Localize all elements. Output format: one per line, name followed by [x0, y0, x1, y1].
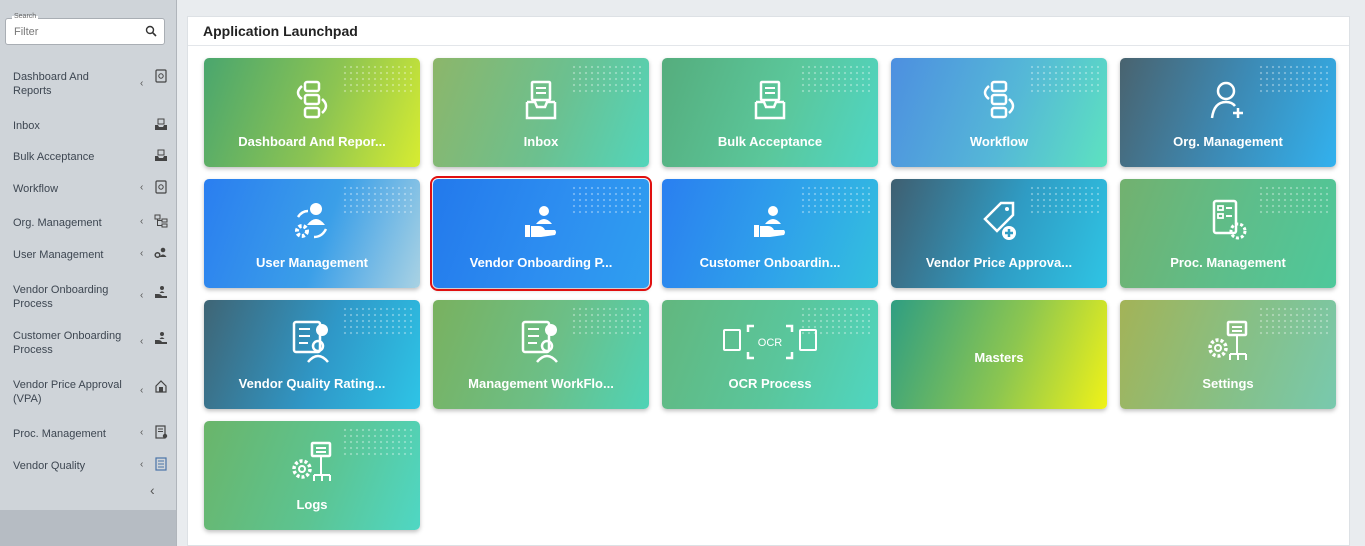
divider — [188, 45, 1349, 46]
document-gear-icon — [1212, 199, 1247, 240]
gear-flow-icon — [292, 441, 332, 481]
tile-vendor-quality-rating[interactable]: Vendor Quality Rating... — [204, 300, 420, 409]
tile-settings[interactable]: Settings — [1120, 300, 1336, 409]
chevron-left-icon[interactable]: ‹ — [140, 427, 143, 438]
chevron-left-icon[interactable]: ‹ — [140, 216, 143, 227]
sidebar-item-label: Workflow — [13, 183, 59, 195]
tile-label: Vendor Onboarding P... — [469, 255, 613, 270]
tile-label: Customer Onboardin... — [699, 255, 841, 270]
tile-label: Logs — [296, 497, 328, 512]
user-add-icon — [1210, 81, 1243, 119]
tile-org-management[interactable]: Org. Management — [1120, 58, 1336, 167]
dashboard-report-icon — [155, 69, 167, 83]
document-gear-icon — [155, 425, 168, 439]
sidebar-item-label: Customer Onboarding Process — [13, 330, 122, 356]
tile-label: Bulk Acceptance — [717, 134, 823, 149]
tile-vendor-onboarding-process[interactable]: Vendor Onboarding P... — [430, 176, 652, 291]
users-gear-icon — [154, 247, 167, 259]
tile-workflow[interactable]: Workflow — [891, 58, 1107, 167]
sidebar-item-label: Vendor Quality — [13, 460, 86, 472]
workflow-list-icon — [296, 80, 328, 119]
sidebar-item-label: User Management — [13, 249, 104, 261]
sidebar-item-label: Vendor Price Approval (VPA) — [13, 379, 122, 405]
sidebar-item-dashboard-and-reports[interactable]: Dashboard And Reports ‹ — [0, 68, 177, 102]
checklist-person-icon — [292, 320, 329, 363]
sidebar-item-label: Org. Management — [13, 217, 102, 229]
tile-management-workflow[interactable]: Management WorkFlo... — [433, 300, 649, 409]
tile-label: Management WorkFlo... — [468, 376, 614, 391]
hand-user-icon — [155, 286, 167, 298]
inbox-tray-icon — [155, 118, 167, 130]
sidebar-item-label: Inbox — [13, 120, 40, 132]
gear-flow-icon — [1208, 320, 1248, 360]
tile-proc-management[interactable]: Proc. Management — [1120, 179, 1336, 288]
search-label: Search — [12, 13, 39, 20]
sidebar: Search Dashboard And Reports ‹ Inbox Bul… — [0, 0, 177, 546]
sidebar-item-workflow[interactable]: Workflow ‹ — [0, 180, 177, 198]
ocr-scan-icon: OCR — [723, 324, 817, 360]
sidebar-item-vendor-quality[interactable]: Vendor Quality ‹ — [0, 457, 177, 475]
checklist-person-icon — [521, 320, 558, 363]
sidebar-item-customer-onboarding-process[interactable]: Customer Onboarding Process ‹ — [0, 327, 177, 359]
checklist-icon — [155, 457, 167, 471]
tile-vendor-price-approval[interactable]: Vendor Price Approva... — [891, 179, 1107, 288]
tile-dashboard-and-reports[interactable]: Dashboard And Repor... — [204, 58, 420, 167]
price-house-icon — [155, 380, 167, 393]
tile-label: Workflow — [969, 134, 1029, 149]
tile-label: Settings — [1202, 376, 1254, 391]
chevron-left-icon[interactable]: ‹ — [140, 248, 143, 259]
tile-label: OCR Process — [728, 376, 812, 391]
inbox-tray-icon — [754, 80, 786, 120]
chevron-left-icon[interactable]: ‹ — [140, 182, 143, 193]
tile-ocr-process[interactable]: OCR OCR Process — [662, 300, 878, 409]
tile-inbox[interactable]: Inbox — [433, 58, 649, 167]
sidebar-item-user-management[interactable]: User Management ‹ — [0, 246, 177, 264]
tile-label: Vendor Quality Rating... — [238, 376, 386, 391]
search-input[interactable] — [14, 26, 134, 38]
sidebar-item-org-management[interactable]: Org. Management ‹ — [0, 214, 177, 232]
sidebar-item-label: Bulk Acceptance — [13, 151, 95, 163]
inbox-tray-icon — [155, 149, 167, 161]
tile-bulk-acceptance[interactable]: Bulk Acceptance — [662, 58, 878, 167]
user-gear-icon — [295, 203, 328, 239]
tile-logs[interactable]: Logs — [204, 421, 420, 530]
sidebar-item-vendor-onboarding-process[interactable]: Vendor Onboarding Process ‹ — [0, 281, 177, 313]
tile-label: Masters — [974, 350, 1024, 365]
sidebar-item-bulk-acceptance[interactable]: Bulk Acceptance — [0, 148, 177, 166]
tile-label: Inbox — [523, 134, 559, 149]
org-chart-icon — [154, 214, 168, 228]
hand-user-icon — [155, 332, 167, 344]
tile-user-management[interactable]: User Management — [204, 179, 420, 288]
chevron-left-icon[interactable]: ‹ — [140, 459, 143, 470]
ocr-icon-text: OCR — [758, 337, 783, 349]
main-panel: Application Launchpad Dashboard And Repo… — [187, 16, 1350, 546]
chevron-left-icon[interactable]: ‹ — [140, 336, 143, 347]
sidebar-item-vendor-price-approval[interactable]: Vendor Price Approval (VPA) ‹ — [0, 376, 177, 408]
tile-label: Proc. Management — [1170, 255, 1286, 270]
chevron-left-icon[interactable]: ‹ — [140, 290, 143, 301]
sidebar-item-inbox[interactable]: Inbox — [0, 117, 177, 135]
tile-customer-onboarding-process[interactable]: Customer Onboardin... — [662, 179, 878, 288]
tile-label: Dashboard And Repor... — [238, 134, 386, 149]
sidebar-item-proc-management[interactable]: Proc. Management ‹ — [0, 425, 177, 443]
dashboard-report-icon — [155, 180, 167, 194]
search-icon[interactable] — [145, 25, 157, 37]
inbox-tray-icon — [525, 80, 557, 120]
workflow-list-icon — [983, 80, 1015, 119]
chevron-left-icon[interactable]: ‹ — [140, 78, 143, 89]
tile-masters[interactable]: Masters — [891, 300, 1107, 409]
tile-label: Vendor Price Approva... — [925, 255, 1073, 270]
collapse-sidebar-chevron-icon[interactable]: ‹ — [150, 482, 155, 498]
chevron-left-icon[interactable]: ‹ — [140, 385, 143, 396]
search-box[interactable]: Search — [5, 13, 165, 45]
hand-user-icon — [525, 206, 556, 237]
sidebar-item-label: Vendor Onboarding Process — [13, 284, 109, 310]
page-title: Application Launchpad — [203, 23, 358, 39]
sidebar-item-label: Dashboard And Reports — [13, 71, 89, 97]
tile-label: User Management — [256, 255, 368, 270]
price-tag-icon — [983, 201, 1016, 240]
sidebar-item-label: Proc. Management — [13, 428, 106, 440]
hand-user-icon — [754, 206, 785, 237]
tile-label: Org. Management — [1173, 134, 1283, 149]
